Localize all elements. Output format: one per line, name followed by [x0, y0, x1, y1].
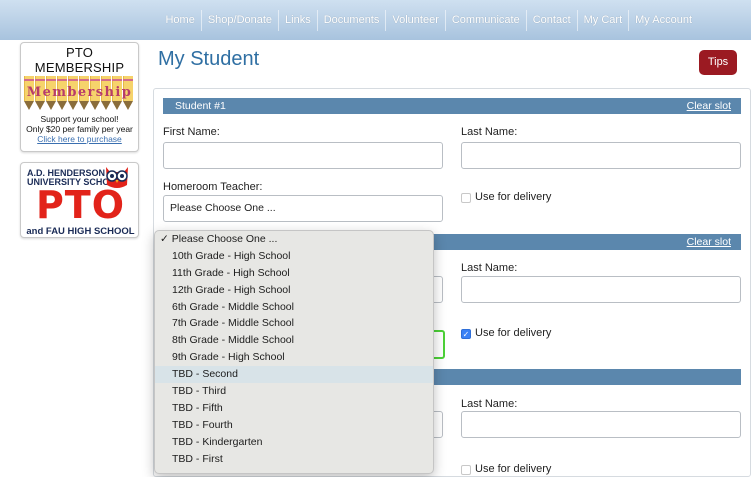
- pto-logo-card[interactable]: A.D. HENDERSON UNIVERSITY SCHOOL PTO and…: [20, 162, 139, 238]
- dropdown-option-8th-grade[interactable]: 8th Grade - Middle School: [155, 332, 433, 349]
- membership-support-text: Support your school!: [40, 114, 119, 124]
- membership-card[interactable]: PTO MEMBERSHIP Membership Support your s…: [20, 42, 139, 152]
- use-for-delivery-label-1: Use for delivery: [475, 191, 552, 203]
- dropdown-option-12th-grade[interactable]: 12th Grade - High School: [155, 282, 433, 299]
- nav-shop-donate[interactable]: Shop/Donate: [200, 10, 278, 31]
- first-name-field-1[interactable]: [163, 142, 443, 169]
- first-name-label-1: First Name:: [163, 126, 220, 138]
- pto-fau-text: and FAU HIGH SCHOOL: [26, 226, 135, 237]
- membership-price-text: Only $20 per family per year: [26, 124, 133, 134]
- top-navigation-bar: Home Shop/Donate Links Documents Volunte…: [0, 0, 751, 40]
- use-for-delivery-checkbox-3[interactable]: [461, 465, 471, 475]
- dropdown-option-9th-grade[interactable]: 9th Grade - High School: [155, 349, 433, 366]
- use-for-delivery-checkbox-1[interactable]: [461, 193, 471, 203]
- pencils-banner-image: Membership: [22, 76, 138, 110]
- dropdown-option-please-choose[interactable]: ✓ Please Choose One ...: [155, 231, 433, 248]
- dropdown-option-tbd-first[interactable]: TBD - First: [155, 451, 433, 468]
- pencil-word-membership: Membership: [26, 85, 133, 100]
- dropdown-option-tbd-third[interactable]: TBD - Third: [155, 383, 433, 400]
- homeroom-teacher-label-1: Homeroom Teacher:: [163, 181, 263, 193]
- pto-big-letters: PTO: [35, 183, 126, 227]
- last-name-field-3[interactable]: [461, 411, 741, 438]
- membership-purchase-link[interactable]: Click here to purchase: [21, 134, 138, 144]
- homeroom-teacher-select-value: Please Choose One ...: [170, 202, 276, 214]
- last-name-field-2[interactable]: [461, 276, 741, 303]
- last-name-label-2: Last Name:: [461, 262, 518, 274]
- nav-communicate[interactable]: Communicate: [444, 10, 526, 31]
- dropdown-option-10th-grade[interactable]: 10th Grade - High School: [155, 248, 433, 265]
- dropdown-option-tbd-second[interactable]: TBD - Second: [155, 366, 433, 384]
- use-for-delivery-label-3: Use for delivery: [475, 463, 552, 475]
- dropdown-option-7th-grade[interactable]: 7th Grade - Middle School: [155, 315, 433, 332]
- nav-documents[interactable]: Documents: [316, 10, 386, 31]
- dropdown-option-6th-grade[interactable]: 6th Grade - Middle School: [155, 299, 433, 316]
- clear-slot-2-link[interactable]: Clear slot: [687, 234, 731, 250]
- clear-slot-1-link[interactable]: Clear slot: [687, 98, 731, 114]
- dropdown-option-tbd-kindergarten[interactable]: TBD - Kindergarten: [155, 434, 433, 451]
- last-name-label-1: Last Name:: [461, 126, 518, 138]
- dropdown-option-tbd-fifth[interactable]: TBD - Fifth: [155, 400, 433, 417]
- use-for-delivery-checkbox-2[interactable]: ✓: [461, 329, 471, 339]
- nav-home[interactable]: Home: [159, 10, 200, 31]
- nav-links[interactable]: Links: [278, 10, 317, 31]
- page-title: My Student: [158, 48, 260, 70]
- dropdown-option-tbd-fourth[interactable]: TBD - Fourth: [155, 417, 433, 434]
- membership-title: PTO MEMBERSHIP: [34, 45, 125, 75]
- nav-contact[interactable]: Contact: [525, 10, 577, 31]
- homeroom-teacher-dropdown-menu: ✓ Please Choose One ... 10th Grade - Hig…: [154, 230, 434, 474]
- last-name-label-3: Last Name:: [461, 398, 518, 410]
- nav-menu: Home Shop/Donate Links Documents Volunte…: [159, 10, 698, 31]
- dropdown-option-11th-grade[interactable]: 11th Grade - High School: [155, 265, 433, 282]
- nav-my-cart[interactable]: My Cart: [576, 10, 629, 31]
- nav-volunteer[interactable]: Volunteer: [385, 10, 444, 31]
- nav-my-account[interactable]: My Account: [628, 10, 698, 31]
- last-name-field-1[interactable]: [461, 142, 741, 169]
- tips-button[interactable]: Tips: [699, 50, 737, 75]
- student-slot-1-title: Student #1: [175, 100, 226, 112]
- selected-checkmark-icon: ✓: [160, 233, 169, 245]
- homeroom-teacher-select-1[interactable]: Please Choose One ...: [163, 195, 443, 222]
- student-slot-1-header: Student #1 Clear slot: [163, 98, 741, 114]
- use-for-delivery-label-2: Use for delivery: [475, 327, 552, 339]
